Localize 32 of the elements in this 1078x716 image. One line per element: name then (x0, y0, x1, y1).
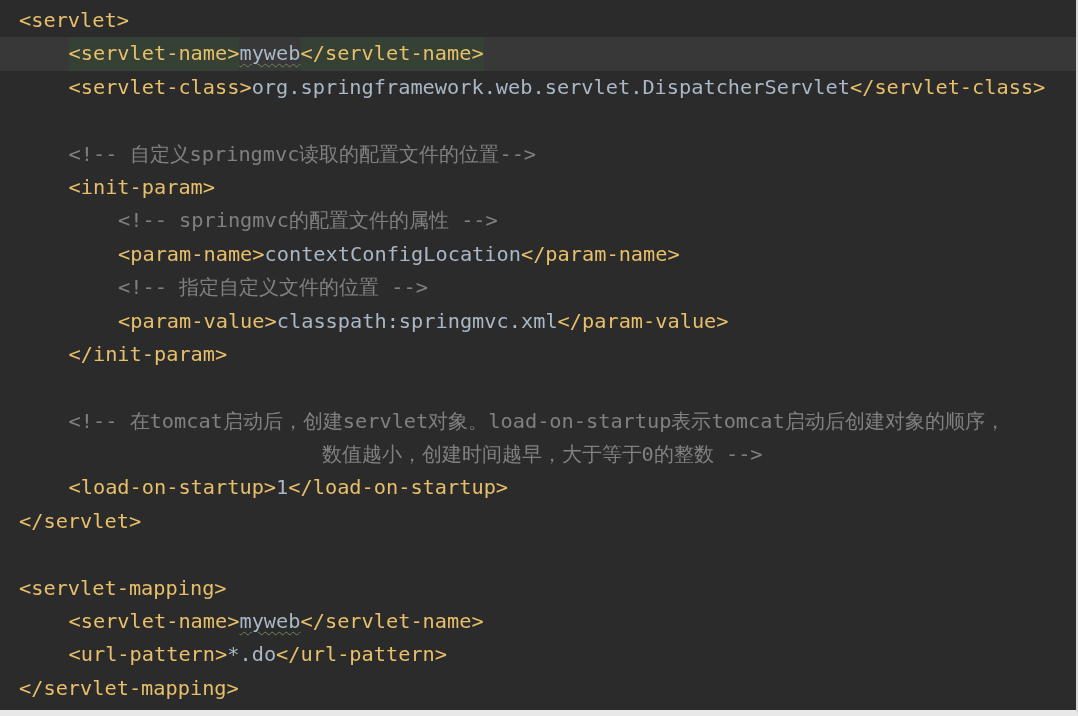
xml-tag: </servlet-name> (300, 605, 484, 639)
xml-tag: </param-value> (557, 304, 729, 338)
code-comment: <!-- 在tomcat启动后，创建servlet对象。load-on-startup表示tomcat启动后创建对象的顺序， (68, 407, 1005, 435)
tag-value: classpath:springmvc.xml (276, 307, 558, 335)
xml-tag: <servlet-mapping> (19, 571, 227, 606)
xml-tag: <servlet-name> (68, 605, 240, 639)
tag-value: 1 (276, 474, 289, 502)
xml-tag: <servlet-name> (68, 37, 240, 71)
tag-value: *.do (227, 641, 277, 669)
code-comment: <!-- springmvc的配置文件的属性 --> (118, 207, 498, 235)
tag-value: myweb (239, 40, 301, 68)
xml-tag: </param-name> (520, 237, 680, 272)
xml-tag: <servlet-class> (68, 70, 252, 105)
xml-tag: <init-param> (68, 170, 216, 205)
xml-tag: </servlet-name> (300, 37, 484, 71)
code-comment: <!-- 自定义springmvc读取的配置文件的位置--> (68, 140, 537, 168)
xml-tag: <servlet> (19, 4, 129, 38)
xml-tag: <load-on-startup> (68, 471, 277, 505)
xml-tag: <param-name> (118, 237, 265, 272)
tag-value: org.springframework.web.servlet.DispatcherServlet (251, 73, 850, 101)
tag-value: contextConfigLocation (264, 240, 521, 268)
xml-tag: </servlet-class> (849, 70, 1046, 105)
xml-tag: <param-value> (118, 304, 277, 338)
xml-tag: </servlet-mapping> (19, 671, 239, 706)
code-comment: <!-- 指定自定义文件的位置 --> (118, 274, 428, 302)
tag-value: myweb (239, 608, 301, 636)
xml-tag: </servlet> (19, 504, 142, 539)
xml-tag: </url-pattern> (276, 638, 448, 672)
xml-tag: </load-on-startup> (288, 471, 509, 505)
xml-tag: </init-param> (68, 337, 228, 372)
xml-tag: <url-pattern> (68, 638, 228, 672)
code-comment: 数值越小，创建时间越早，大于等于0的整数 --> (321, 441, 763, 469)
